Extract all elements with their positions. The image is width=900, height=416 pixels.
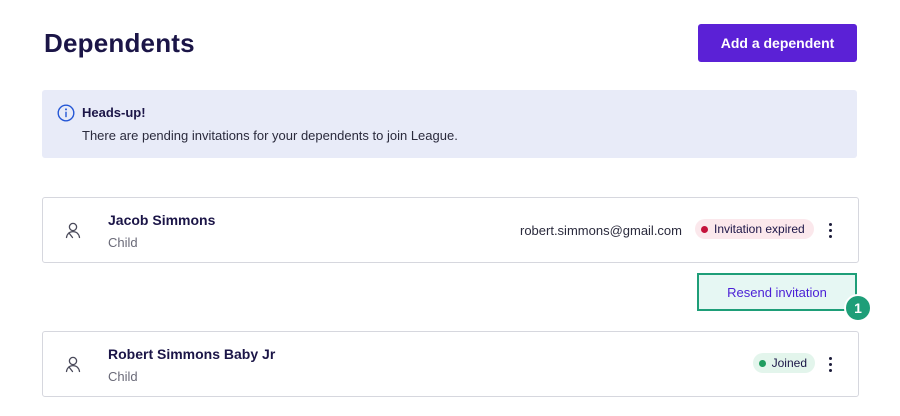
status-dot-icon (759, 359, 766, 367)
add-dependent-button[interactable]: Add a dependent (698, 24, 857, 62)
dependent-name: Robert Simmons Baby Jr (108, 346, 276, 362)
status-badge: Invitation expired (695, 219, 814, 239)
dependent-email: robert.simmons@gmail.com (519, 223, 682, 238)
dependent-card[interactable]: Robert Simmons Baby Jr Child Joined (42, 331, 859, 397)
heads-up-banner: Heads-up! There are pending invitations … (42, 90, 857, 158)
info-icon (57, 104, 75, 122)
person-icon (65, 222, 81, 239)
step-marker: 1 (844, 294, 872, 322)
page-title: Dependents (44, 28, 195, 58)
status-badge: Joined (753, 353, 815, 373)
status-dot-icon (701, 225, 708, 233)
dependent-relation: Child (108, 235, 138, 250)
resend-invitation-button[interactable]: Resend invitation (697, 273, 857, 311)
status-label: Invitation expired (714, 222, 805, 236)
banner-text: There are pending invitations for your d… (82, 128, 458, 143)
more-options-icon[interactable] (822, 352, 838, 376)
person-icon (65, 356, 81, 373)
dependent-relation: Child (108, 369, 138, 384)
more-options-icon[interactable] (822, 218, 838, 242)
status-label: Joined (771, 356, 807, 370)
dependent-card[interactable]: Jacob Simmons Child robert.simmons@gmail… (42, 197, 859, 263)
dependent-name: Jacob Simmons (108, 212, 216, 228)
banner-title: Heads-up! (82, 105, 146, 120)
